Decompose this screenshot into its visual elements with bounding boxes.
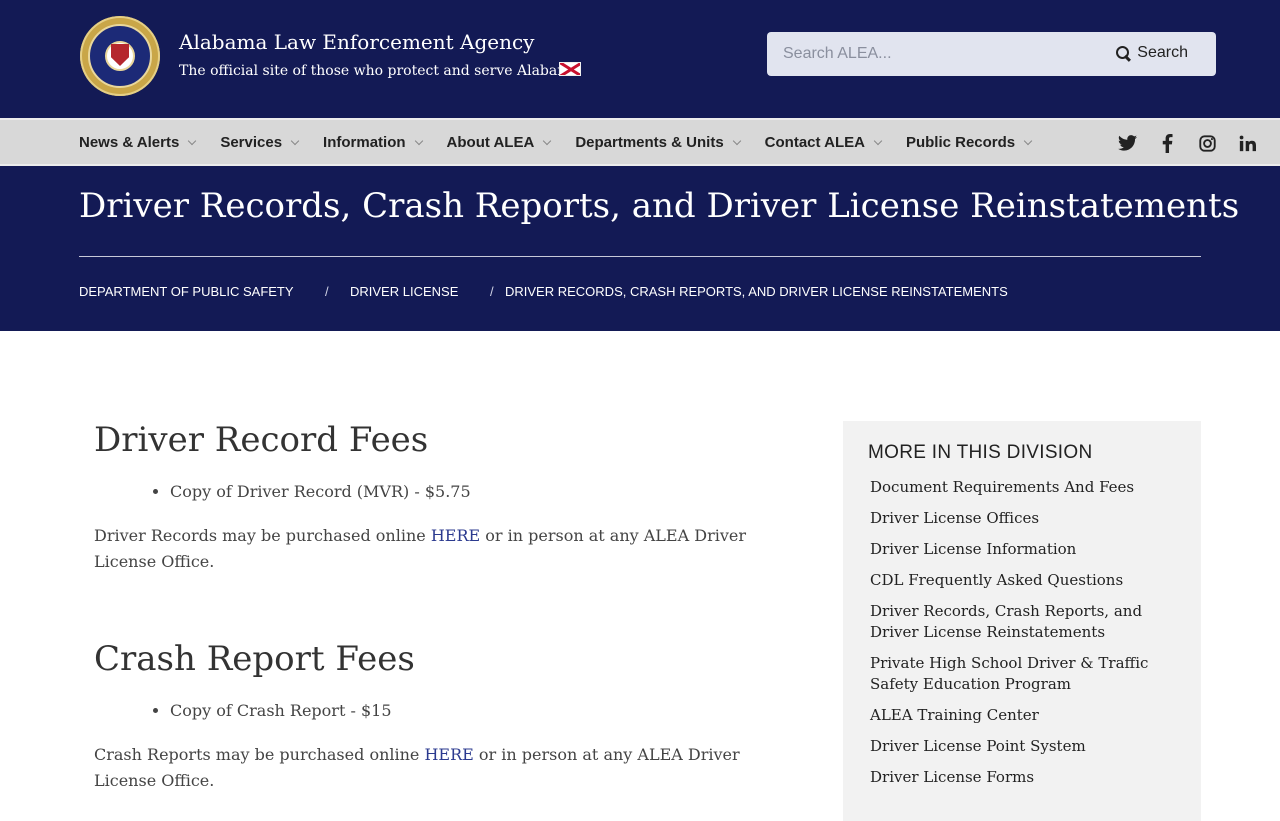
nav-item-about-alea[interactable]: About ALEA [446,133,552,151]
alea-seal-logo[interactable] [80,16,160,96]
driver-record-paragraph: Driver Records may be purchased online H… [94,523,784,575]
nav-item-label: News & Alerts [79,133,180,151]
search-box: Search [767,32,1216,76]
list-item: Copy of Driver Record (MVR) - $5.75 [170,482,784,501]
sidebar-heading: MORE IN THIS DIVISION [868,442,1093,463]
nav-item-label: Departments & Units [575,133,724,151]
nav-item-label: Information [323,133,406,151]
sidebar-link-driver-license-information[interactable]: Driver License Information [870,539,1180,560]
driver-record-purchase-link[interactable]: HERE [431,526,480,545]
nav-item-label: Public Records [905,133,1016,151]
breadcrumb-separator: / [490,284,494,299]
alabama-flag-icon [559,62,581,76]
sidebar-link-document-requirements[interactable]: Document Requirements And Fees [870,477,1180,498]
search-button[interactable]: Search [1116,44,1188,62]
crash-report-paragraph: Crash Reports may be purchased online HE… [94,742,784,794]
nav-menu: News & Alerts Services Information About… [79,120,1056,164]
search-button-label: Search [1137,44,1188,61]
chevron-down-icon [543,136,552,146]
sidebar-link-training-center[interactable]: ALEA Training Center [870,705,1180,726]
breadcrumb-link-driver-license[interactable]: DRIVER LICENSE [350,284,458,299]
site-tagline: The official site of those who protect a… [179,63,579,79]
sidebar-link-private-high-school[interactable]: Private High School Driver & Traffic Saf… [870,653,1180,695]
page-hero: Driver Records, Crash Reports, and Drive… [0,166,1280,331]
section-heading-crash-report-fees: Crash Report Fees [94,639,415,679]
nav-item-services[interactable]: Services [220,133,300,151]
twitter-icon[interactable] [1117,133,1137,153]
main-content: Driver Record Fees Copy of Driver Record… [94,420,784,794]
nav-item-public-records[interactable]: Public Records [905,133,1033,151]
breadcrumb-link-public-safety[interactable]: DEPARTMENT OF PUBLIC SAFETY [79,284,294,299]
nav-item-departments-units[interactable]: Departments & Units [575,133,741,151]
chevron-down-icon [873,136,883,146]
chevron-down-icon [290,136,300,146]
site-header: Alabama Law Enforcement Agency The offic… [0,0,1280,118]
facebook-icon[interactable] [1157,133,1177,153]
crash-report-fee-list: Copy of Crash Report - $15 [170,701,784,720]
driver-record-fee-list: Copy of Driver Record (MVR) - $5.75 [170,482,784,501]
sidebar-link-driver-records[interactable]: Driver Records, Crash Reports, and Drive… [870,601,1180,643]
sidebar-link-point-system[interactable]: Driver License Point System [870,736,1180,757]
chevron-down-icon [1023,136,1033,146]
list-item: Copy of Crash Report - $15 [170,701,784,720]
paragraph-text: Driver Records may be purchased online [94,526,431,545]
search-icon [1116,45,1131,61]
breadcrumb-current[interactable]: DRIVER RECORDS, CRASH REPORTS, AND DRIVE… [505,284,1008,299]
instagram-icon[interactable] [1197,133,1217,153]
nav-item-label: Contact ALEA [764,133,865,151]
division-sidebar: MORE IN THIS DIVISION Document Requireme… [843,421,1201,821]
search-input[interactable] [767,32,1097,76]
nav-item-label: Services [220,133,283,151]
chevron-down-icon [732,136,741,146]
paragraph-text: Crash Reports may be purchased online [94,745,425,764]
chevron-down-icon [188,136,197,146]
hero-divider [79,256,1201,257]
section-heading-driver-record-fees: Driver Record Fees [94,420,429,460]
page-title: Driver Records, Crash Reports, and Drive… [79,186,1240,226]
linkedin-icon[interactable] [1237,133,1257,153]
breadcrumb-separator: / [325,284,329,299]
crash-report-purchase-link[interactable]: HERE [424,745,473,764]
nav-item-contact-alea[interactable]: Contact ALEA [764,133,883,151]
main-nav: News & Alerts Services Information About… [0,118,1280,166]
site-title[interactable]: Alabama Law Enforcement Agency [179,30,534,54]
chevron-down-icon [414,136,423,146]
nav-item-news-alerts[interactable]: News & Alerts [79,133,197,151]
nav-item-information[interactable]: Information [323,133,423,151]
nav-item-label: About ALEA [446,133,535,151]
sidebar-link-driver-license-offices[interactable]: Driver License Offices [870,508,1180,529]
sidebar-link-driver-license-forms[interactable]: Driver License Forms [870,767,1180,788]
sidebar-link-list: Document Requirements And Fees Driver Li… [870,477,1180,798]
sidebar-link-cdl-faq[interactable]: CDL Frequently Asked Questions [870,570,1180,591]
